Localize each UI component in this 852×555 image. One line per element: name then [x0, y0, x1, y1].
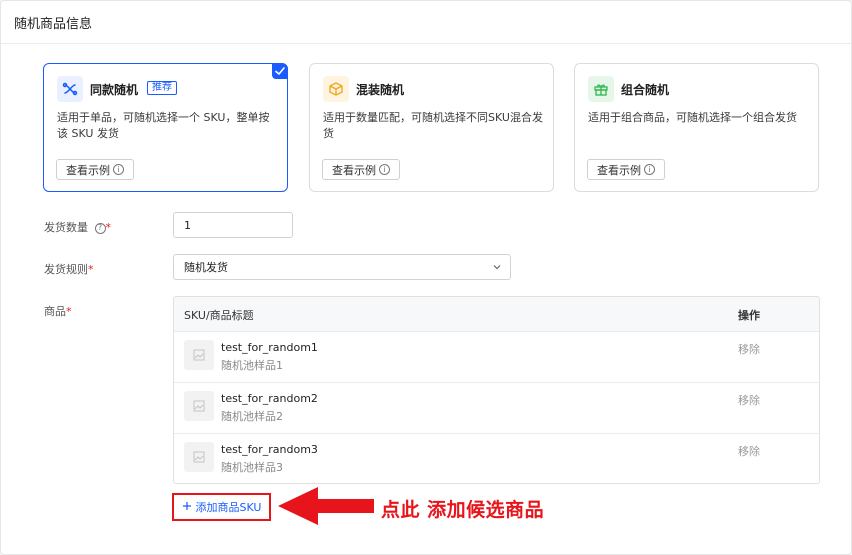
header-action: 操作	[738, 309, 760, 322]
rule-select[interactable]: 随机发货	[173, 254, 511, 280]
sku-code: test_for_random1	[221, 341, 318, 354]
info-icon: i	[644, 164, 655, 175]
selected-check-icon	[272, 63, 288, 79]
add-sku-button[interactable]: 添加商品SKU	[172, 493, 271, 521]
view-example-button[interactable]: 查看示例 i	[322, 159, 400, 180]
random-product-panel: 随机商品信息 同款随机 推荐 适用于单品，可随机选择一个 SKU，整单按该 SK…	[0, 0, 852, 555]
card-title: 混装随机	[356, 83, 405, 97]
card-description: 适用于组合商品，可随机选择一个组合发货	[588, 111, 797, 124]
annotation-arrow-icon	[278, 487, 374, 525]
remove-link[interactable]: 移除	[738, 443, 760, 459]
rule-label: 发货规则*	[44, 261, 94, 277]
quantity-label: 发货数量 ? *	[44, 219, 111, 235]
rule-label-text: 发货规则	[44, 263, 88, 276]
image-placeholder-icon	[184, 442, 214, 472]
card-description: 适用于数量匹配，可随机选择不同SKU混合发货	[323, 111, 543, 140]
add-sku-label: 添加商品SKU	[195, 501, 262, 514]
image-placeholder-icon	[184, 391, 214, 421]
info-icon: i	[379, 164, 390, 175]
header-sku: SKU/商品标题	[184, 309, 254, 322]
product-label: 商品*	[44, 303, 72, 319]
view-example-label: 查看示例	[66, 163, 110, 177]
box-icon	[323, 76, 349, 102]
panel-title: 随机商品信息	[14, 17, 93, 32]
view-example-label: 查看示例	[597, 163, 641, 177]
annotation-text: 点此 添加候选商品	[381, 499, 545, 521]
required-mark: *	[88, 263, 94, 276]
card-mixed-random[interactable]: 混装随机 适用于数量匹配，可随机选择不同SKU混合发货 查看示例 i	[309, 63, 554, 192]
view-example-label: 查看示例	[332, 163, 376, 177]
help-icon[interactable]: ?	[94, 222, 106, 234]
table-row: test_for_random3 随机池样品3 移除	[174, 433, 819, 483]
remove-link[interactable]: 移除	[738, 341, 760, 357]
product-title: 随机池样品1	[221, 359, 283, 372]
quantity-value: 1	[184, 218, 191, 232]
quantity-label-text: 发货数量	[44, 221, 88, 234]
sku-code: test_for_random3	[221, 443, 318, 456]
quantity-input[interactable]: 1	[173, 212, 293, 238]
table-row: test_for_random2 随机池样品2 移除	[174, 382, 819, 434]
shuffle-icon	[57, 76, 83, 102]
plus-icon	[182, 501, 192, 514]
card-combo-random[interactable]: 组合随机 适用于组合商品，可随机选择一个组合发货 查看示例 i	[574, 63, 819, 192]
product-title: 随机池样品2	[221, 410, 283, 423]
sku-code: test_for_random2	[221, 392, 318, 405]
info-icon: i	[113, 164, 124, 175]
card-title: 组合随机	[621, 83, 670, 97]
recommend-badge: 推荐	[147, 81, 177, 95]
product-title: 随机池样品3	[221, 461, 283, 474]
card-description: 适用于单品，可随机选择一个 SKU，整单按该 SKU 发货	[57, 111, 270, 140]
card-same-style-random[interactable]: 同款随机 推荐 适用于单品，可随机选择一个 SKU，整单按该 SKU 发货 查看…	[43, 63, 288, 192]
view-example-button[interactable]: 查看示例 i	[56, 159, 134, 180]
table-row: test_for_random1 随机池样品1 移除	[174, 331, 819, 383]
rule-value: 随机发货	[184, 261, 228, 274]
panel-header: 随机商品信息	[1, 1, 851, 44]
view-example-button[interactable]: 查看示例 i	[587, 159, 665, 180]
required-mark: *	[66, 305, 72, 318]
table-header: SKU/商品标题 操作	[174, 297, 819, 332]
chevron-down-icon	[492, 262, 502, 275]
product-label-text: 商品	[44, 305, 66, 318]
gift-icon	[588, 76, 614, 102]
image-placeholder-icon	[184, 340, 214, 370]
required-mark: *	[105, 221, 112, 234]
remove-link[interactable]: 移除	[738, 392, 760, 408]
product-table: SKU/商品标题 操作 test_for_random1 随机池样品1 移除 t…	[173, 296, 820, 484]
card-title: 同款随机	[90, 83, 139, 97]
